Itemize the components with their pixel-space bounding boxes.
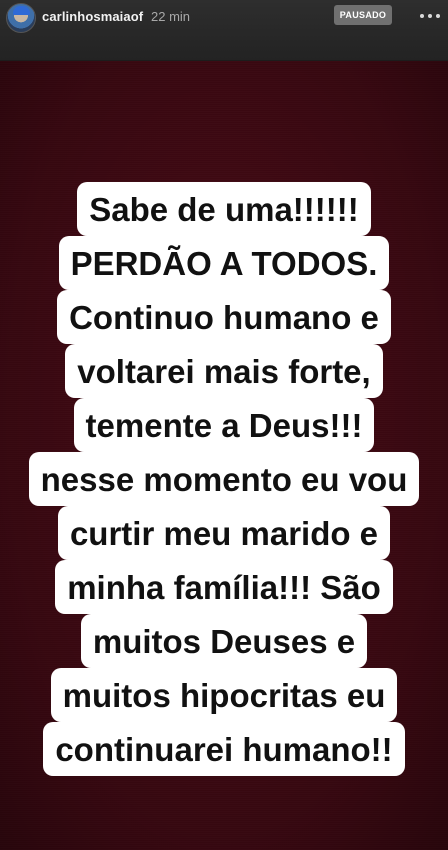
story-viewer[interactable]: carlinhosmaiaof 22 min PAUSADO Sabe de u…	[0, 0, 448, 850]
username[interactable]: carlinhosmaiaof	[42, 9, 143, 24]
caption-line: Continuo humano e	[0, 290, 448, 344]
caption-line: minha família!!! São	[0, 560, 448, 614]
paused-badge[interactable]: PAUSADO	[334, 5, 392, 25]
caption-text: curtir meu marido e	[57, 506, 391, 560]
story-caption: Sabe de uma!!!!!! PERDÃO A TODOS. Contin…	[0, 182, 448, 776]
caption-text: minha família!!! São	[55, 560, 393, 614]
more-options-icon[interactable]	[420, 9, 440, 23]
post-time: 22 min	[151, 9, 191, 24]
caption-text: muitos hipocritas eu	[50, 668, 398, 722]
caption-line: voltarei mais forte,	[0, 344, 448, 398]
caption-text: PERDÃO A TODOS.	[58, 236, 390, 290]
avatar-cap	[13, 6, 30, 15]
caption-line: continuarei humano!!	[0, 722, 448, 776]
caption-text: Sabe de uma!!!!!!	[77, 182, 371, 236]
caption-text: muitos Deuses e	[80, 614, 368, 668]
story-content[interactable]: Sabe de uma!!!!!! PERDÃO A TODOS. Contin…	[0, 61, 448, 850]
caption-line: curtir meu marido e	[0, 506, 448, 560]
caption-line: muitos hipocritas eu	[0, 668, 448, 722]
caption-text: nesse momento eu vou	[28, 452, 420, 506]
caption-line: muitos Deuses e	[0, 614, 448, 668]
caption-text: voltarei mais forte,	[65, 344, 383, 398]
caption-line: nesse momento eu vou	[0, 452, 448, 506]
story-header: carlinhosmaiaof 22 min PAUSADO	[0, 0, 448, 61]
caption-line: PERDÃO A TODOS.	[0, 236, 448, 290]
caption-line: Sabe de uma!!!!!!	[0, 182, 448, 236]
caption-line: temente a Deus!!!	[0, 398, 448, 452]
caption-text: temente a Deus!!!	[73, 398, 375, 452]
caption-text: Continuo humano e	[57, 290, 391, 344]
avatar[interactable]	[6, 3, 36, 33]
caption-text: continuarei humano!!	[43, 722, 405, 776]
